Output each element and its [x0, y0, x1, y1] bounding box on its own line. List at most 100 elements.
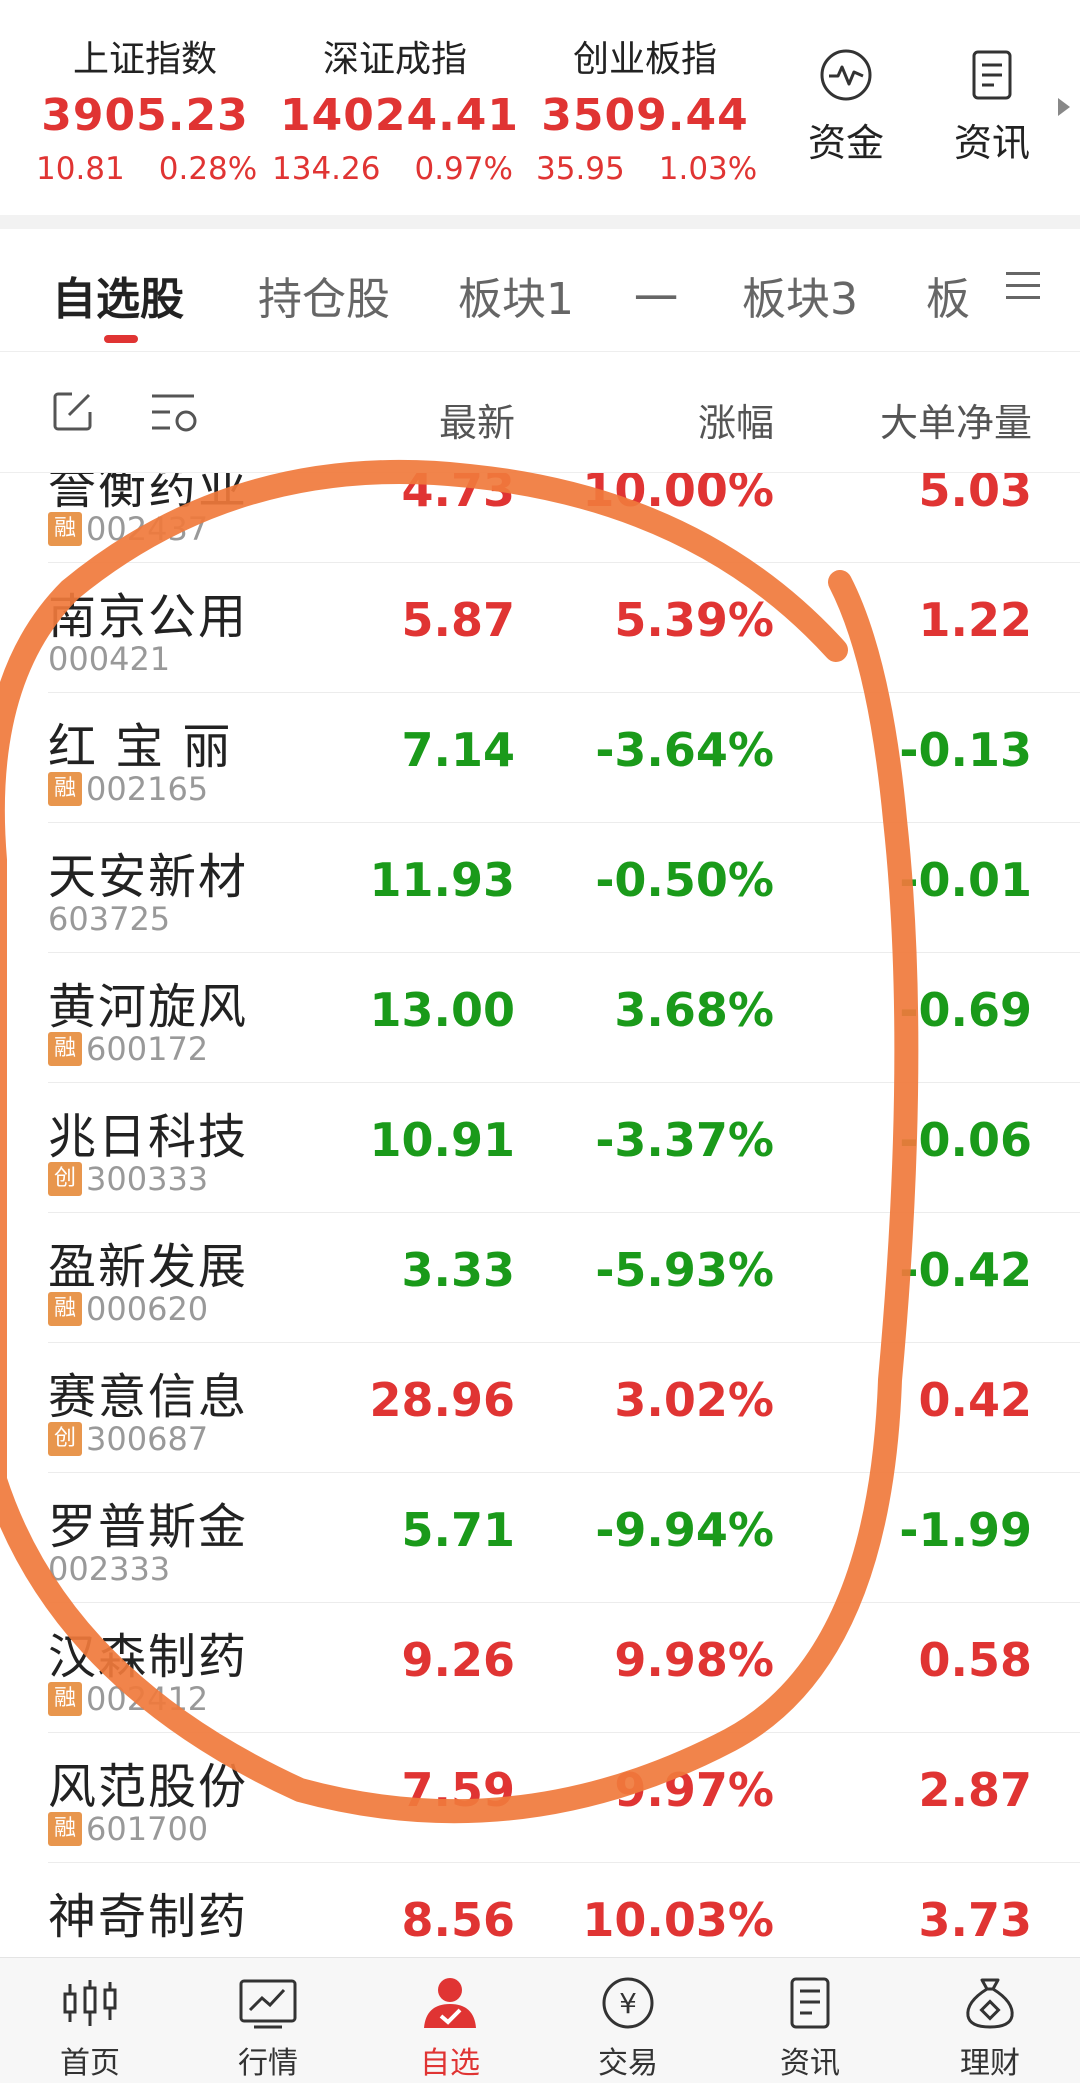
stock-name: 汉森制药: [48, 1629, 249, 1685]
stock-price: 11.93: [369, 853, 515, 907]
stock-row[interactable]: 誉衡药业融 002437 4.73 10.00% 5.03: [0, 473, 1080, 563]
stock-change-percent: -5.93%: [595, 1243, 774, 1297]
candlestick-icon: [63, 1980, 117, 2026]
stock-change-percent: -0.50%: [595, 853, 774, 907]
nav-trade[interactable]: ¥ 交易: [568, 1976, 688, 2082]
edit-icon[interactable]: [52, 390, 94, 432]
index-shanghai[interactable]: 上证指数 3905.23 10.81 0.28%: [36, 30, 257, 187]
stock-price: 8.56: [401, 1893, 516, 1947]
news-button[interactable]: 资讯: [937, 48, 1047, 167]
tab-sector-more[interactable]: 板: [926, 263, 970, 327]
stock-row[interactable]: 红 宝 丽融 002165 7.14 -3.64% -0.13: [0, 693, 1080, 823]
index-value: 14024.41: [280, 90, 520, 141]
nav-watchlist[interactable]: 自选: [390, 1976, 510, 2082]
stock-code: 002165: [86, 770, 209, 808]
stock-price: 28.96: [369, 1373, 515, 1427]
nav-label: 理财: [960, 2046, 1020, 2081]
index-change-points: 10.81: [36, 151, 125, 187]
stock-change-percent: 9.97%: [614, 1763, 774, 1817]
stock-row[interactable]: 汉森制药融 002412 9.26 9.98% 0.58: [0, 1603, 1080, 1733]
yen-icon: ¥: [602, 1977, 654, 2029]
scroll-right-arrow-icon[interactable]: [1058, 98, 1070, 116]
stock-price: 13.00: [369, 983, 515, 1037]
stock-code: 300333: [86, 1160, 209, 1198]
tab-watchlist[interactable]: 自选股: [52, 263, 184, 327]
stock-meta: 创 300687: [48, 1420, 208, 1458]
stock-net-volume: -0.69: [899, 983, 1032, 1037]
index-shenzhen[interactable]: 深证成指 14024.41 134.26 0.97%: [272, 30, 520, 187]
tab-sector-3[interactable]: 板块3: [742, 263, 858, 327]
index-change-points: 134.26: [272, 151, 381, 187]
stock-row[interactable]: 盈新发展融 000620 3.33 -5.93% -0.42: [0, 1213, 1080, 1343]
index-change-percent: 1.03%: [658, 151, 758, 187]
stock-code: 002333: [48, 1550, 171, 1588]
active-tab-indicator: [104, 335, 138, 343]
stock-change-percent: -3.64%: [595, 723, 774, 777]
stock-name: 南京公用: [48, 589, 249, 645]
stock-price: 7.59: [401, 1763, 516, 1817]
nav-market[interactable]: 行情: [208, 1976, 328, 2082]
stock-price: 5.71: [401, 1503, 516, 1557]
nav-home[interactable]: 首页: [30, 1976, 150, 2082]
margin-badge: 融: [48, 512, 82, 546]
stock-price: 4.73: [401, 473, 516, 517]
stock-meta: 融 002412: [48, 1680, 209, 1718]
tab-sector-2[interactable]: 一: [634, 263, 678, 327]
stock-row[interactable]: 罗普斯金 002333 5.71 -9.94% -1.99: [0, 1473, 1080, 1603]
nav-wealth[interactable]: 理财: [930, 1976, 1050, 2082]
stock-meta: 002333: [48, 1550, 171, 1588]
stock-price: 5.87: [401, 593, 516, 647]
pulse-icon: [820, 49, 872, 101]
stock-row[interactable]: 赛意信息创 300687 28.96 3.02% 0.42: [0, 1343, 1080, 1473]
index-chinext[interactable]: 创业板指 3509.44 35.95 1.03%: [536, 30, 757, 187]
funds-button[interactable]: 资金: [791, 48, 901, 167]
document-icon: [972, 50, 1012, 100]
margin-badge: 创: [48, 1162, 82, 1196]
stock-row[interactable]: 天安新材 603725 11.93 -0.50% -0.01: [0, 823, 1080, 953]
tab-sector-1[interactable]: 板块1: [458, 263, 574, 327]
stock-name: 红 宝 丽: [48, 719, 233, 775]
stock-meta: 融 002165: [48, 770, 209, 808]
stock-price: 9.26: [401, 1633, 516, 1687]
document-icon: [790, 1977, 830, 2029]
filter-settings-icon[interactable]: [148, 390, 200, 436]
stock-net-volume: 3.73: [918, 1893, 1033, 1947]
stock-code: 000421: [48, 640, 171, 678]
section-divider: [0, 215, 1080, 229]
stock-price: 10.91: [369, 1113, 515, 1167]
stock-net-volume: 0.58: [918, 1633, 1033, 1687]
margin-badge: 融: [48, 1292, 82, 1326]
stock-change-percent: 9.98%: [614, 1633, 774, 1687]
stock-net-volume: 5.03: [918, 473, 1033, 517]
stock-code: 002412: [86, 1680, 209, 1718]
margin-badge: 融: [48, 1812, 82, 1846]
margin-badge: 创: [48, 1422, 82, 1456]
stock-row[interactable]: 神奇制药 8.56 10.03% 3.73: [0, 1863, 1080, 1957]
index-value: 3905.23: [41, 90, 249, 141]
stock-net-volume: 1.22: [918, 593, 1033, 647]
index-name: 上证指数: [72, 39, 217, 80]
column-change[interactable]: 涨幅: [698, 392, 774, 447]
news-label: 资讯: [953, 121, 1030, 165]
stock-net-volume: -1.99: [899, 1503, 1032, 1557]
stock-row[interactable]: 黄河旋风融 600172 13.00 3.68% -0.69: [0, 953, 1080, 1083]
tab-holdings[interactable]: 持仓股: [258, 263, 390, 327]
column-net-volume[interactable]: 大单净量: [880, 392, 1032, 447]
stock-row[interactable]: 南京公用 000421 5.87 5.39% 1.22: [0, 563, 1080, 693]
stock-name: 盈新发展: [48, 1239, 249, 1295]
column-latest[interactable]: 最新: [439, 392, 515, 447]
index-value: 3509.44: [541, 90, 749, 141]
stock-meta: 融 000620: [48, 1290, 208, 1328]
stock-row[interactable]: 兆日科技创 300333 10.91 -3.37% -0.06: [0, 1083, 1080, 1213]
margin-badge: 融: [48, 772, 82, 806]
stock-change-percent: -3.37%: [595, 1113, 774, 1167]
nav-label: 资讯: [780, 2046, 840, 2081]
tab-menu-icon[interactable]: [1006, 272, 1040, 308]
stock-row[interactable]: 风范股份融 601700 7.59 9.97% 2.87: [0, 1733, 1080, 1863]
index-change-percent: 0.97%: [414, 151, 513, 187]
index-change-percent: 0.28%: [158, 151, 258, 187]
stock-change-percent: 5.39%: [614, 593, 774, 647]
stock-code: 603725: [48, 900, 171, 938]
nav-news[interactable]: 资讯: [750, 1976, 870, 2082]
stock-meta: 000421: [48, 640, 171, 678]
